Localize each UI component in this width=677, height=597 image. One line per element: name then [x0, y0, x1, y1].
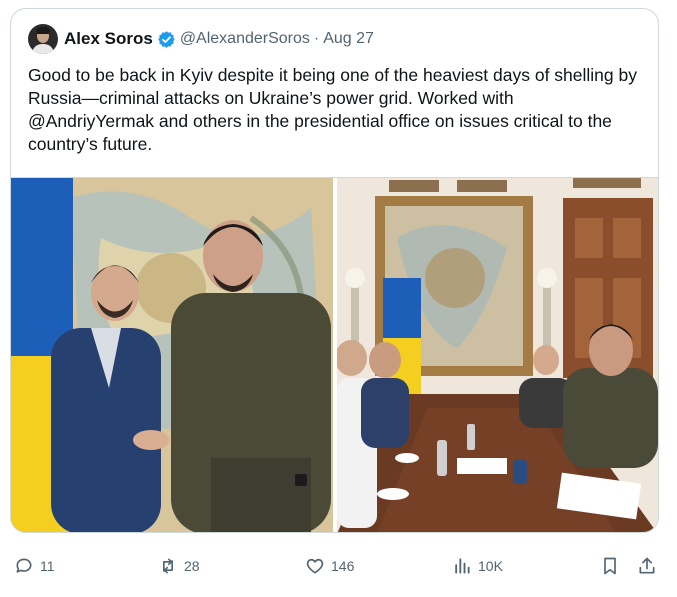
photo-meeting[interactable] [337, 178, 658, 532]
tweet-media [11, 177, 658, 532]
reply-button[interactable]: 11 [14, 556, 55, 576]
author-handle[interactable]: @AlexanderSoros [180, 30, 310, 48]
tweet-card[interactable]: Alex Soros @AlexanderSoros · Aug 27 Good… [10, 8, 659, 533]
reply-count: 11 [40, 558, 55, 574]
bookmark-icon [604, 557, 616, 575]
avatar[interactable] [28, 24, 58, 54]
bookmark-button[interactable] [600, 556, 626, 576]
author-name[interactable]: Alex Soros [64, 29, 153, 49]
photo-handshake[interactable] [11, 178, 333, 532]
views-button[interactable]: 10K [452, 556, 503, 576]
separator-dot: · [313, 30, 320, 47]
photo-meeting-image [337, 178, 658, 532]
repost-icon [163, 558, 173, 574]
like-button[interactable]: 146 [305, 556, 354, 576]
share-icon [639, 557, 655, 574]
tweet-text: Good to be back in Kyiv despite it being… [28, 65, 637, 154]
views-icon [455, 558, 470, 574]
photo-handshake-image [11, 178, 333, 532]
reply-icon [16, 558, 32, 573]
repost-count: 28 [184, 558, 200, 574]
verified-badge-icon [158, 30, 175, 48]
heart-icon [306, 558, 324, 574]
tweet-header: Alex Soros @AlexanderSoros · Aug 27 [28, 23, 374, 55]
share-button[interactable] [637, 556, 663, 576]
like-count: 146 [331, 558, 355, 574]
views-count: 10K [478, 558, 503, 574]
tweet-date[interactable]: Aug 27 [323, 30, 374, 48]
tweet-actions: 11 28 146 10K [10, 556, 659, 584]
repost-button[interactable]: 28 [158, 556, 200, 576]
